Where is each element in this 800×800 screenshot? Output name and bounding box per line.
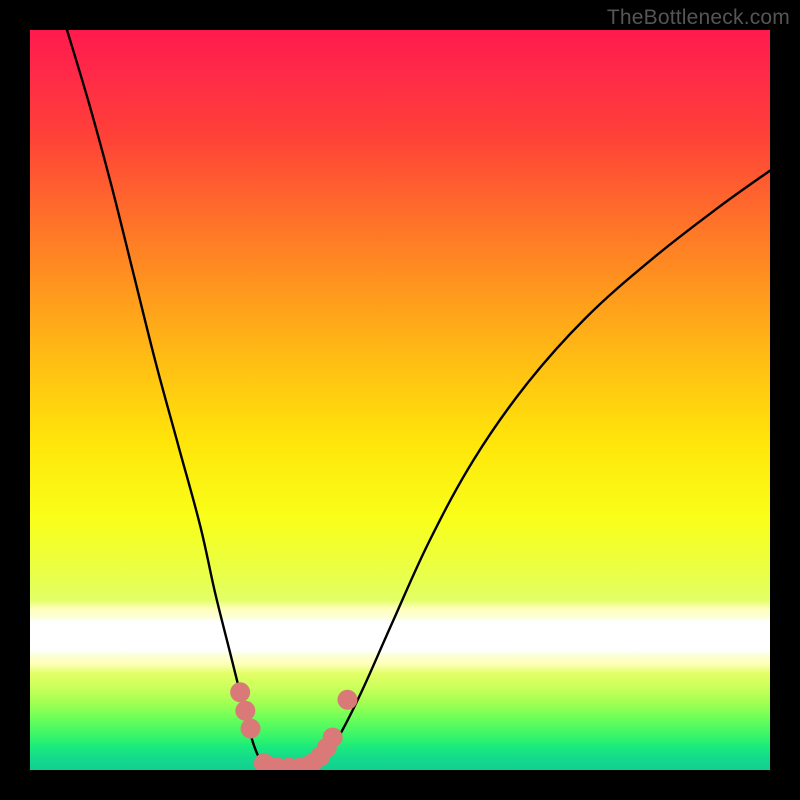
curve-marker xyxy=(230,682,250,702)
curve-marker xyxy=(235,701,255,721)
curve-marker xyxy=(323,727,343,747)
bottleneck-curve xyxy=(67,30,770,769)
curve-marker xyxy=(337,690,357,710)
curve-markers xyxy=(230,682,357,770)
curve-marker xyxy=(241,719,261,739)
watermark-text: TheBottleneck.com xyxy=(607,6,790,30)
plot-area xyxy=(30,30,770,770)
chart-frame: TheBottleneck.com xyxy=(0,0,800,800)
curve-layer xyxy=(30,30,770,770)
